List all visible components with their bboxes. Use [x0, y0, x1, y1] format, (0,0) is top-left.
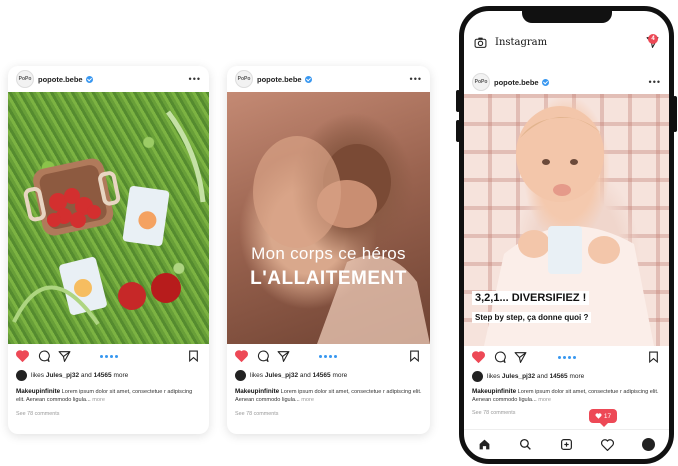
likes-prefix: likes	[250, 372, 264, 379]
post-caption: Makeupinfinite Lorem ipsum dolor sit ame…	[472, 388, 661, 404]
view-comments-link[interactable]: See 78 comments	[472, 410, 515, 416]
post-card-1: PoPo popote.bebe ••• likes Jules_pj32 an…	[8, 66, 209, 434]
carousel-dots	[319, 355, 337, 358]
overlay-title: L'ALLAITEMENT	[250, 268, 407, 289]
comment-icon[interactable]	[37, 350, 50, 362]
overlay-subtitle: Mon corps ce héros	[251, 244, 406, 263]
liker-avatar	[16, 370, 27, 381]
post-image[interactable]: 3,2,1... DIVERSIFIEZ ! Step by step, ça …	[464, 94, 669, 346]
profile-avatar[interactable]	[642, 438, 655, 451]
liker-username[interactable]: Jules_pj32	[502, 373, 535, 380]
bookmark-icon[interactable]	[409, 350, 420, 362]
dm-badge: 4	[648, 34, 658, 44]
heart-icon	[595, 413, 602, 419]
carousel-dots	[100, 355, 118, 358]
brand-avatar[interactable]: PoPo	[16, 70, 34, 88]
carousel-dots	[558, 356, 576, 359]
more-options-icon[interactable]: •••	[649, 77, 661, 87]
baby-scene	[484, 106, 654, 346]
caption-more-link[interactable]: more	[92, 397, 105, 403]
caption-more-link[interactable]: more	[538, 397, 551, 403]
likes-and: and	[80, 372, 92, 379]
likes-prefix: likes	[487, 373, 501, 380]
likes-and: and	[299, 372, 311, 379]
post-header: PoPo popote.bebe •••	[227, 66, 430, 92]
view-comments-link[interactable]: See 78 comments	[16, 411, 59, 417]
search-icon[interactable]	[519, 438, 532, 451]
share-icon[interactable]	[58, 350, 71, 362]
post-caption: Makeupinfinite Lorem ipsum dolor sit ame…	[235, 388, 422, 404]
caption-more-link[interactable]: more	[301, 397, 314, 403]
share-icon[interactable]	[514, 351, 527, 363]
overlay-subtitle: Step by step, ça donne quoi ?	[472, 312, 592, 323]
notification-count: 17	[603, 412, 612, 420]
post-caption: Makeupinfinite Lorem ipsum dolor sit ame…	[16, 388, 201, 404]
post-image[interactable]	[8, 92, 209, 344]
likes-summary[interactable]: likes Jules_pj32 and 14565 more	[235, 370, 347, 381]
post-username[interactable]: popote.bebe	[494, 78, 539, 87]
caption-username[interactable]: Makeupinfinite	[235, 388, 279, 395]
post-image[interactable]: Mon corps ce héros L'ALLAITEMENT	[227, 92, 430, 344]
like-count: 14565	[93, 372, 112, 379]
post-actions	[464, 349, 669, 367]
comment-icon[interactable]	[256, 350, 269, 362]
post-username[interactable]: popote.bebe	[257, 75, 302, 84]
activity-heart-icon[interactable]	[601, 438, 614, 451]
brand-avatar[interactable]: PoPo	[235, 70, 253, 88]
overlay-title: 3,2,1... DIVERSIFIEZ !	[472, 291, 590, 305]
likes-summary[interactable]: likes Jules_pj32 and 14565 more	[472, 371, 584, 382]
caption-username[interactable]: Makeupinfinite	[472, 388, 516, 395]
like-count: 14565	[549, 373, 568, 380]
app-title: Instagram	[495, 36, 548, 48]
bookmark-icon[interactable]	[188, 350, 199, 362]
phone-frame: Instagram 4 PoPo popote.bebe ••• 3,2,1..…	[459, 6, 674, 464]
liker-avatar	[472, 371, 483, 382]
post-actions	[227, 348, 430, 366]
activity-notification-bubble[interactable]: 17	[589, 409, 617, 427]
verified-badge-icon	[541, 78, 549, 86]
more-options-icon[interactable]: •••	[189, 74, 201, 84]
verified-badge-icon	[85, 75, 93, 83]
post-card-2: PoPo popote.bebe ••• Mon corps ce héros …	[227, 66, 430, 434]
comment-icon[interactable]	[493, 351, 506, 363]
liker-avatar	[235, 370, 246, 381]
post-header: PoPo popote.bebe •••	[464, 69, 669, 95]
likes-summary[interactable]: likes Jules_pj32 and 14565 more	[16, 370, 128, 381]
bookmark-icon[interactable]	[648, 351, 659, 363]
more-options-icon[interactable]: •••	[410, 74, 422, 84]
like-count: 14565	[312, 372, 331, 379]
like-icon[interactable]	[235, 350, 248, 362]
liker-username[interactable]: Jules_pj32	[46, 372, 79, 379]
likes-and: and	[536, 373, 548, 380]
phone-notch	[521, 11, 612, 23]
post-actions	[8, 348, 209, 366]
new-post-icon[interactable]	[560, 438, 573, 451]
likes-suffix: more	[113, 372, 129, 379]
fruit-scene	[12, 110, 206, 326]
liker-username[interactable]: Jules_pj32	[265, 372, 298, 379]
nursing-scene	[253, 136, 430, 344]
like-icon[interactable]	[16, 350, 29, 362]
brand-avatar[interactable]: PoPo	[472, 73, 490, 91]
post-username[interactable]: popote.bebe	[38, 75, 83, 84]
likes-prefix: likes	[31, 372, 45, 379]
verified-badge-icon	[304, 75, 312, 83]
like-icon[interactable]	[472, 351, 485, 363]
camera-icon[interactable]	[474, 37, 487, 48]
likes-suffix: more	[569, 373, 585, 380]
instagram-top-bar: Instagram	[464, 31, 669, 53]
share-icon[interactable]	[277, 350, 290, 362]
view-comments-link[interactable]: See 78 comments	[235, 411, 278, 417]
home-icon[interactable]	[478, 438, 491, 451]
likes-suffix: more	[332, 372, 348, 379]
bottom-navigation	[464, 429, 669, 459]
post-header: PoPo popote.bebe •••	[8, 66, 209, 92]
caption-username[interactable]: Makeupinfinite	[16, 388, 60, 395]
